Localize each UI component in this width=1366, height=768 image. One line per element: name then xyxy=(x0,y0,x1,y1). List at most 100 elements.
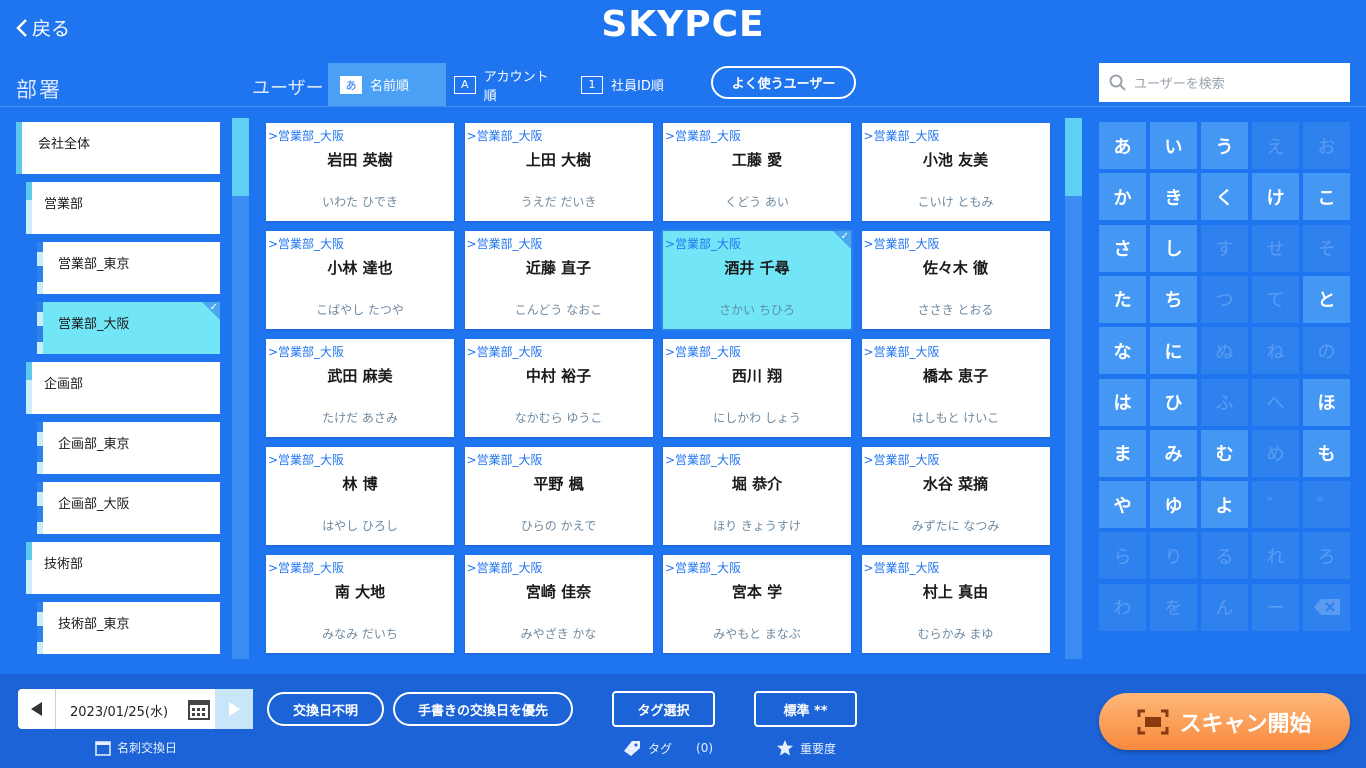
user-name: 堀 恭介 xyxy=(731,475,783,493)
department-item[interactable]: 技術部 xyxy=(26,542,220,594)
user-name: 林 博 xyxy=(342,475,378,493)
tag-select-button[interactable]: タグ選択 xyxy=(612,691,715,727)
kana-key[interactable]: む xyxy=(1201,429,1248,477)
department-label: 営業部_大阪 xyxy=(58,317,130,332)
sort-tab-employee-id[interactable]: 1 社員ID順 xyxy=(569,63,679,106)
user-card[interactable]: >営業部_大阪 酒井 千尋 さかい ちひろ ✓ xyxy=(661,229,853,331)
kana-key[interactable]: た xyxy=(1099,275,1146,323)
user-card[interactable]: >営業部_大阪 武田 麻美 たけだ あさみ xyxy=(266,339,454,437)
department-item[interactable]: 営業部_東京 xyxy=(37,242,220,294)
kana-key[interactable]: う xyxy=(1201,122,1248,169)
user-name: 西川 翔 xyxy=(731,367,783,385)
sort-tab-label: 名前順 xyxy=(370,79,410,94)
previous-date-button[interactable] xyxy=(18,689,56,729)
department-scrollbar[interactable] xyxy=(232,118,249,659)
user-kana: ささき とおる xyxy=(917,303,994,317)
department-scroll-thumb[interactable] xyxy=(232,118,249,196)
exchange-date-value[interactable]: 2023/01/25(水) xyxy=(70,701,168,720)
user-card[interactable]: >営業部_大阪 中村 裕子 なかむら ゆうこ xyxy=(464,339,653,437)
calendar-icon xyxy=(95,740,111,756)
user-scrollbar[interactable] xyxy=(1065,118,1082,659)
prefer-handwritten-date-button[interactable]: 手書きの交換日を優先 xyxy=(393,692,573,726)
user-name: 上田 大樹 xyxy=(525,151,592,169)
user-card[interactable]: >営業部_大阪南 大地 みなみ だいち xyxy=(266,555,454,653)
user-kana: みやざき かな xyxy=(520,627,597,641)
kana-key[interactable]: さ xyxy=(1099,224,1146,272)
department-level-bar xyxy=(37,422,43,432)
scan-start-button[interactable]: スキャン開始 xyxy=(1099,693,1350,750)
department-item[interactable]: 営業部 xyxy=(26,182,220,234)
triangle-left-icon xyxy=(30,702,42,716)
kana-key[interactable]: み xyxy=(1150,429,1197,477)
user-card[interactable]: >営業部_大阪 小池 友美 こいけ ともみ xyxy=(861,123,1050,221)
unknown-date-button[interactable]: 交換日不明 xyxy=(267,692,384,726)
user-card[interactable]: >営業部_大阪 佐々木 徹ささき とおる xyxy=(861,231,1050,329)
department-item[interactable]: 技術部_東京 xyxy=(37,602,220,654)
kana-key[interactable]: や xyxy=(1099,481,1146,529)
department-item[interactable]: 企画部 xyxy=(26,362,220,414)
importance-button[interactable]: 標準 ** xyxy=(754,691,857,727)
user-search-input[interactable]: ユーザーを検索 xyxy=(1099,63,1350,102)
kana-key: ゛ xyxy=(1252,481,1299,529)
user-card[interactable]: >営業部_大阪 村上 真由 むらかみ まゆ xyxy=(861,555,1050,653)
user-department: >営業部_大阪 xyxy=(466,453,543,467)
user-card[interactable]: >営業部_大阪 西川 翔にしかわ しょう xyxy=(663,339,851,437)
checkmark-icon: ✓ xyxy=(840,231,849,242)
kana-key[interactable]: ゆ xyxy=(1150,481,1197,529)
kana-key[interactable]: か xyxy=(1099,173,1146,221)
department-item[interactable]: 企画部_東京 xyxy=(37,422,220,474)
kana-key[interactable]: ち xyxy=(1150,275,1197,323)
user-kana: ほり きょうすけ xyxy=(713,519,801,533)
user-card[interactable]: >営業部_大阪 宮崎 佳奈 みやざき かな xyxy=(464,555,653,653)
user-department: >営業部_大阪 xyxy=(665,345,742,359)
kana-key[interactable]: ま xyxy=(1099,429,1146,477)
sort-tab-account[interactable]: A アカウント順 xyxy=(442,63,572,106)
user-department: >営業部_大阪 xyxy=(268,561,345,575)
calendar-icon[interactable] xyxy=(188,698,210,720)
kana-key[interactable]: に xyxy=(1150,327,1197,375)
next-date-button[interactable] xyxy=(215,689,253,729)
kana-key: わ xyxy=(1099,583,1146,631)
kana-key[interactable]: け xyxy=(1252,173,1299,221)
user-card[interactable]: >営業部_大阪 上田 大樹 うえだ だいき xyxy=(464,123,653,221)
sort-tab-name[interactable]: あ 名前順 xyxy=(328,63,446,106)
user-card[interactable]: >営業部_大阪 工藤 愛くどう あい xyxy=(663,123,851,221)
user-card[interactable]: >営業部_大阪 水谷 菜摘 みずたに なつみ xyxy=(861,447,1050,545)
user-card[interactable]: >営業部_大阪堀 恭介 ほり きょうすけ xyxy=(663,447,851,545)
kana-key[interactable]: こ xyxy=(1303,173,1350,221)
department-item[interactable]: 営業部_大阪 ✓ xyxy=(37,302,220,354)
user-card[interactable]: >営業部_大阪林 博はやし ひろし xyxy=(266,447,454,545)
kana-key[interactable]: よ xyxy=(1201,481,1248,529)
kana-key[interactable]: ほ xyxy=(1303,378,1350,426)
user-card[interactable]: >営業部_大阪 橋本 恵子 はしもと けいこ xyxy=(861,339,1050,437)
user-card[interactable]: >営業部_大阪 岩田 英樹 いわた ひでき xyxy=(266,123,454,221)
department-level-bar xyxy=(37,506,43,522)
kana-key: り xyxy=(1150,532,1197,580)
user-card[interactable]: >営業部_大阪 小林 達也 こばやし たつや xyxy=(266,231,454,329)
kana-key[interactable]: き xyxy=(1150,173,1197,221)
department-level-bar xyxy=(37,602,43,612)
user-card[interactable]: >営業部_大阪 近藤 直子 こんどう なおこ xyxy=(464,231,653,329)
search-placeholder: ユーザーを検索 xyxy=(1134,77,1225,92)
kana-key[interactable]: ひ xyxy=(1150,378,1197,426)
kana-key[interactable]: あ xyxy=(1099,122,1146,169)
kana-key[interactable]: な xyxy=(1099,327,1146,375)
user-department: >営業部_大阪 xyxy=(665,237,742,251)
hiragana-badge-icon: あ xyxy=(340,75,362,94)
backspace-key xyxy=(1303,583,1350,631)
department-item[interactable]: 会社全体 xyxy=(16,122,220,174)
kana-key[interactable]: い xyxy=(1150,122,1197,169)
user-scroll-thumb[interactable] xyxy=(1065,118,1082,196)
department-level-bar xyxy=(37,626,43,642)
kana-key[interactable]: く xyxy=(1201,173,1248,221)
kana-key[interactable]: は xyxy=(1099,378,1146,426)
frequent-users-button[interactable]: よく使うユーザー xyxy=(711,66,856,99)
user-card[interactable]: >営業部_大阪 宮本 学みやもと まなぶ xyxy=(663,555,851,653)
kana-key[interactable]: し xyxy=(1150,224,1197,272)
user-department: >営業部_大阪 xyxy=(665,561,742,575)
kana-key: ゜ xyxy=(1303,481,1350,529)
department-item[interactable]: 企画部_大阪 xyxy=(37,482,220,534)
user-card[interactable]: >営業部_大阪 平野 楓ひらの かえで xyxy=(464,447,653,545)
kana-key[interactable]: も xyxy=(1303,429,1350,477)
kana-key[interactable]: と xyxy=(1303,275,1350,323)
